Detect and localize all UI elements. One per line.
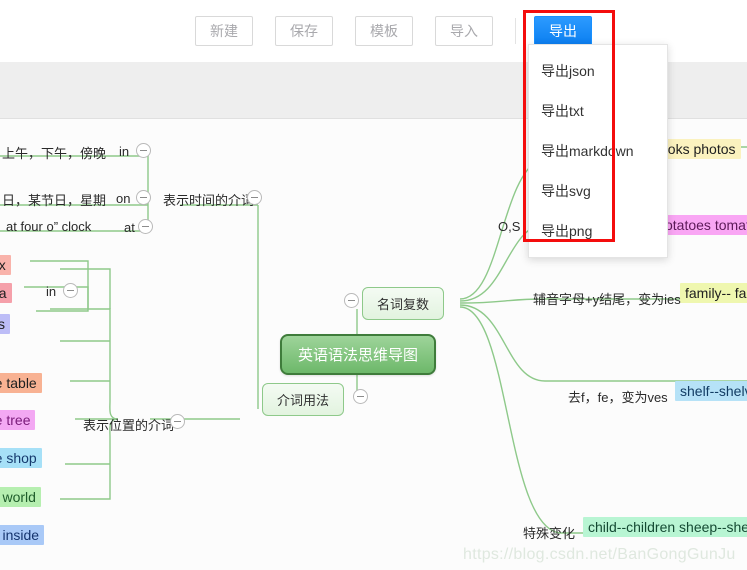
template-button[interactable]: 模板 [355, 16, 413, 46]
place-chip-2-label: ks [0, 314, 10, 334]
export-json-item[interactable]: 导出json [529, 51, 667, 91]
collapse-toggle-nouns[interactable] [344, 293, 359, 308]
place-chip-3-label: the table [0, 373, 42, 393]
collapse-toggle-place-group[interactable] [170, 414, 185, 429]
root-node[interactable]: 英语语法思维导图 [280, 334, 437, 375]
place-chip-7[interactable]: go inside [0, 525, 45, 545]
place-chip-1[interactable]: na [0, 283, 12, 303]
place-chip-4[interactable]: the tree [0, 410, 36, 430]
import-button[interactable]: 导入 [435, 16, 493, 46]
export-svg-item[interactable]: 导出svg [529, 171, 667, 211]
place-chip-5-label: the shop [0, 448, 42, 468]
noun-rule-4[interactable]: child--children sheep--sheep [583, 517, 747, 537]
place-preposition-label: 表示位置的介词 [83, 418, 175, 433]
branch-node-nouns[interactable]: 名词复数 [362, 287, 445, 320]
time-row-0-prep: in [119, 144, 130, 159]
place-chip-4-label: the tree [0, 410, 36, 430]
export-txt-item[interactable]: 导出txt [529, 91, 667, 131]
collapse-toggle-place-in[interactable] [63, 283, 78, 298]
place-chip-5[interactable]: the shop [0, 448, 42, 468]
noun-rule-4-example: child--children sheep--sheep [583, 517, 747, 537]
place-chip-6[interactable]: he world [0, 487, 41, 507]
place-chip-2[interactable]: ks [0, 314, 10, 334]
place-chip-1-label: na [0, 283, 12, 303]
time-row-2-text: at four o” clock [6, 219, 92, 234]
noun-rule-2-example: family-- fa [680, 283, 747, 303]
branch-node-prepositions[interactable]: 介词用法 [262, 383, 345, 416]
time-row-2-prep: at [124, 220, 135, 235]
export-png-item[interactable]: 导出png [529, 211, 667, 251]
watermark-text: https://blog.csdn.net/BanGongGunJu [463, 546, 736, 563]
collapse-toggle-time-at[interactable] [138, 219, 153, 234]
noun-rule-4-text: 特殊变化 [523, 526, 576, 541]
collapse-toggle-time-group[interactable] [247, 190, 262, 205]
noun-rule-1-example: otatoes tomat [660, 215, 747, 235]
place-chip-0-label: ox [0, 255, 11, 275]
collapse-toggle-time-in[interactable] [136, 143, 151, 158]
branch-node-prepositions-label: 介词用法 [277, 393, 330, 408]
branch-node-nouns-label: 名词复数 [377, 297, 430, 312]
place-chip-6-label: he world [0, 487, 41, 507]
place-in-prep: in [46, 284, 57, 299]
toolbar-divider [515, 18, 516, 44]
export-markdown-item[interactable]: 导出markdown [529, 131, 667, 171]
time-row-1-text: 日，某节日，星期 [2, 193, 107, 208]
noun-rule-2[interactable]: family-- fa [680, 283, 747, 303]
new-button[interactable]: 新建 [195, 16, 253, 46]
left-fragment-os: O,S [498, 219, 521, 234]
noun-rule-2-text: 辅音字母+y结尾，变为ies [533, 292, 681, 307]
noun-rule-1[interactable]: otatoes tomat [660, 215, 747, 235]
noun-rule-3[interactable]: shelf--shelve [675, 381, 747, 401]
noun-rule-3-text: 去f，fe，变为ves [568, 390, 668, 405]
time-preposition-label: 表示时间的介词 [163, 193, 255, 208]
mindmap-app: 上午，下午，傍晚 in 日，某节日，星期 on at four o” clock… [0, 0, 747, 570]
place-chip-3[interactable]: the table [0, 373, 42, 393]
place-chip-0[interactable]: ox [0, 255, 11, 275]
time-row-0-text: 上午，下午，傍晚 [2, 146, 107, 161]
root-node-label: 英语语法思维导图 [298, 347, 419, 364]
collapse-toggle-prepositions[interactable] [353, 389, 368, 404]
export-button[interactable]: 导出 [534, 16, 592, 46]
place-chip-7-label: go inside [0, 525, 45, 545]
collapse-toggle-time-on[interactable] [136, 190, 151, 205]
time-row-1-prep: on [116, 191, 131, 206]
save-button[interactable]: 保存 [275, 16, 333, 46]
noun-rule-3-example: shelf--shelve [675, 381, 747, 401]
export-dropdown-menu[interactable]: 导出json 导出txt 导出markdown 导出svg 导出png [528, 44, 668, 258]
